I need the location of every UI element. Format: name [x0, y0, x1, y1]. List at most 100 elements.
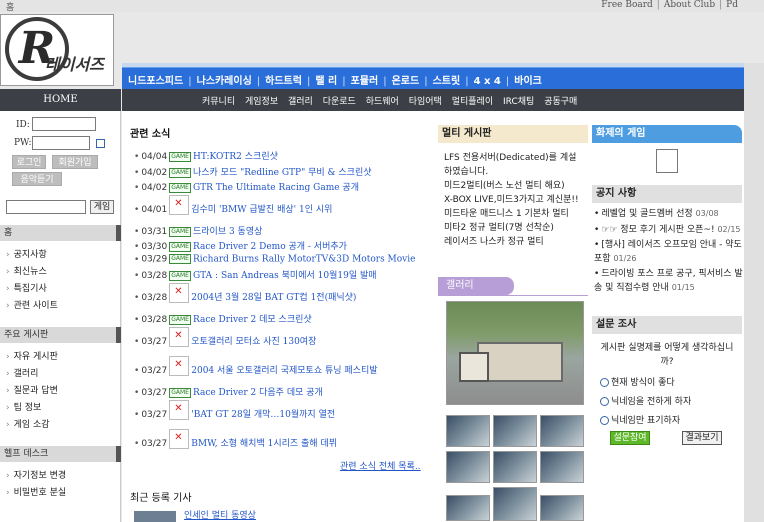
news-item[interactable]: • 04/04 GAME HT:KOTR2 스크린샷 [134, 149, 278, 162]
menu-game-review[interactable]: 게임 소감 [6, 417, 58, 434]
notice-item[interactable]: ☞☞ 정모 후기 게시판 오픈~! 02/15 [594, 223, 744, 237]
poll-option[interactable]: 닉네임을 전하게 하자 [600, 394, 691, 407]
section-help: 헬프 데스크 [0, 446, 121, 462]
recent-article-link[interactable]: 인세인 멀티 동영상 [184, 508, 256, 521]
subnav-download[interactable]: 다운로드 [323, 97, 356, 107]
subnav-gallery[interactable]: 갤러리 [288, 97, 313, 107]
news-item[interactable]: • 03/29 GAME Richard Burns Rally MotorTV&3D… [134, 254, 415, 265]
notice-title[interactable]: 공지 사항 [592, 185, 742, 203]
left-sidebar: ID: PW: 로그인 회원가입 음악듣기 게임 홈 공지사항 최신뉴스 특집기… [0, 111, 121, 522]
news-item[interactable]: • 04/02 GAME 나스카 모드 "Redline GTP" 무비 & 스크린샷 [134, 165, 372, 178]
menu-free-board[interactable]: 자유 게시판 [6, 349, 58, 366]
join-button[interactable]: 회원가입 [52, 155, 98, 169]
menu-related-sites[interactable]: 관련 사이트 [6, 298, 58, 315]
news-item[interactable]: • 03/27 GAME Race Driver 2 다음주 데모 공개 [134, 385, 323, 398]
notice-item[interactable]: 드라이빙 포스 프로 공구, 픽서비스 발송 및 직접수령 안내 01/15 [594, 268, 744, 295]
gallery-thumb[interactable] [540, 495, 584, 521]
multi-item[interactable]: 미드2멀티(버스 노선 멀티 해요) [444, 179, 584, 193]
subnav-multiplay[interactable]: 멀티플레이 [452, 97, 493, 107]
menu-profile-edit[interactable]: 자기정보 변경 [6, 468, 67, 485]
multi-item[interactable]: 미타2 정규 멀티(7명 선착순) [444, 221, 584, 235]
gallery-thumb[interactable] [540, 451, 584, 483]
news-column: 관련 소식 • 04/04 GAME HT:KOTR2 스크린샷 • 04/02 GAME… [122, 111, 436, 522]
menu-qna[interactable]: 질문과 답변 [6, 383, 58, 400]
top-link-about-club[interactable]: About Club [664, 0, 715, 10]
gallery-thumb[interactable] [446, 495, 490, 521]
login-button[interactable]: 로그인 [12, 155, 46, 169]
subnav-hardware[interactable]: 하드웨어 [366, 97, 399, 107]
news-item[interactable]: •03/27BMW, 소형 해치백 1시리즈 출해 데뷔 [134, 429, 337, 449]
news-item[interactable]: •03/27'BAT GT 28일 개막…10월까지 열전 [134, 400, 335, 420]
multi-item[interactable]: LFS 전용서버(Dedicated)를 계설하였습니다. [444, 151, 584, 179]
subnav-timeattack[interactable]: 타임어택 [409, 97, 442, 107]
multi-item[interactable]: X-BOX LIVE,미드3가지고 계신분!! [444, 193, 584, 207]
notice-item[interactable]: 레벨업 및 골드멤버 선정 03/08 [594, 207, 744, 221]
news-item[interactable]: • 03/31 GAME 드라이브 3 동영상 [134, 224, 262, 237]
multi-item[interactable]: 레이서즈 나스카 정규 멀티 [444, 235, 584, 249]
radio-button [600, 416, 609, 425]
top-link-free-board[interactable]: Free Board [601, 0, 653, 10]
menu-password-lost[interactable]: 비밀번호 분실 [6, 485, 67, 502]
hot-game-image[interactable] [656, 149, 678, 173]
nav-4x4[interactable]: 4 x 4 [474, 76, 501, 87]
gallery-thumb[interactable] [493, 487, 537, 521]
sub-nav: 커뮤니티 게임정보 갤러리 다운로드 하드웨어 타임어택 멀티플레이 IRC채팅… [122, 89, 744, 111]
home-button[interactable]: HOME [0, 89, 121, 111]
nav-bike[interactable]: 바이크 [514, 76, 542, 87]
news-item[interactable]: •03/282004년 3월 28일 BAT GT컵 1전(패닉샷) [134, 283, 356, 303]
recent-title: 최근 등록 기사 [130, 493, 192, 504]
gallery-thumb[interactable] [540, 415, 584, 447]
gallery-title[interactable]: 갤러리 [438, 277, 514, 295]
menu-latest-news[interactable]: 최신뉴스 [6, 264, 58, 281]
news-item[interactable]: • 04/02 GAME GTR The Ultimate Racing Game 공… [134, 180, 359, 193]
news-item[interactable]: • 03/30 GAME Race Driver 2 Demo 공개 - 서버추가 [134, 239, 347, 252]
gallery-thumb[interactable] [446, 451, 490, 483]
notice-list: 레벨업 및 골드멤버 선정 03/08 ☞☞ 정모 후기 게시판 오픈~! 02… [594, 207, 744, 297]
poll-option[interactable]: 현재 방식이 좋다 [600, 375, 675, 388]
news-item[interactable]: •03/27오토갤러리 모터쇼 사진 130여장 [134, 327, 316, 347]
menu-notice[interactable]: 공지사항 [6, 247, 58, 264]
nav-formula[interactable]: 포뮬러 [351, 76, 379, 87]
page: 홈 Free Board | About Club | Pd R 레이서즈 니드포스피드… [0, 0, 764, 522]
hot-game-title: 화제의 게임 [592, 125, 742, 143]
search-input[interactable] [6, 200, 86, 214]
gallery-thumb[interactable] [446, 415, 490, 447]
recent-thumbnail[interactable] [134, 511, 176, 522]
id-input[interactable] [32, 117, 96, 131]
subnav-irc[interactable]: IRC채팅 [503, 97, 534, 107]
news-more-link[interactable]: 관련 소식 전체 목록.. [340, 459, 421, 472]
multi-item[interactable]: 미드타운 매드니스 1 기본차 멀티 [444, 207, 584, 221]
remember-checkbox[interactable] [96, 139, 105, 148]
menu-tips[interactable]: 팁 정보 [6, 400, 58, 417]
music-button[interactable]: 음악듣기 [12, 172, 62, 186]
search-go-button[interactable]: 게임 [90, 200, 114, 214]
gallery-thumb[interactable] [493, 451, 537, 483]
nav-street[interactable]: 스트릿 [433, 76, 461, 87]
nav-rally[interactable]: 랠 리 [315, 76, 337, 87]
subnav-community[interactable]: 커뮤니티 [202, 97, 235, 107]
top-home-link[interactable]: 홈 [6, 0, 14, 13]
news-item[interactable]: • 03/28 GAME Race Driver 2 데모 스크린샷 [134, 312, 312, 325]
vote-button[interactable]: 설문참여 [610, 431, 650, 445]
site-logo[interactable]: R 레이서즈 [0, 14, 114, 86]
subnav-groupbuy[interactable]: 공동구매 [544, 97, 577, 107]
nav-nfs[interactable]: 니드포스피드 [128, 76, 183, 87]
menu-feature[interactable]: 특집기사 [6, 281, 58, 298]
menu-gallery[interactable]: 갤러리 [6, 366, 58, 383]
subnav-gameinfo[interactable]: 게임정보 [245, 97, 278, 107]
nav-onroad[interactable]: 온로드 [392, 76, 420, 87]
notice-item[interactable]: [행사] 레이서즈 오프모임 안내 - 약도 포함 01/26 [594, 239, 744, 266]
news-item[interactable]: • 03/28 GAME GTA : San Andreas 북미에서 10월19일 … [134, 268, 377, 281]
pw-input[interactable] [32, 136, 90, 150]
multi-board-title[interactable]: 멀티 게시판 [438, 125, 588, 143]
gallery-main-photo[interactable] [446, 301, 584, 405]
news-item[interactable]: •04/01김수미 'BMW 급발진 배상' 1인 시위 [134, 195, 332, 215]
results-button[interactable]: 결과보기 [682, 431, 722, 445]
gallery-thumb[interactable] [493, 415, 537, 447]
nav-nascar[interactable]: 나스카레이싱 [197, 76, 252, 87]
multi-gallery-column: 멀티 게시판 LFS 전용서버(Dedicated)를 계설하였습니다. 미드2… [436, 111, 590, 522]
nav-hardtruck[interactable]: 하드트럭 [265, 76, 302, 87]
poll-option[interactable]: 닉네임만 표기하자 [600, 413, 680, 426]
news-item[interactable]: •03/272004 서울 오토갤러리 국제모토쇼 튜닝 페스티발 [134, 356, 378, 376]
top-link-pd[interactable]: Pd [726, 0, 738, 10]
